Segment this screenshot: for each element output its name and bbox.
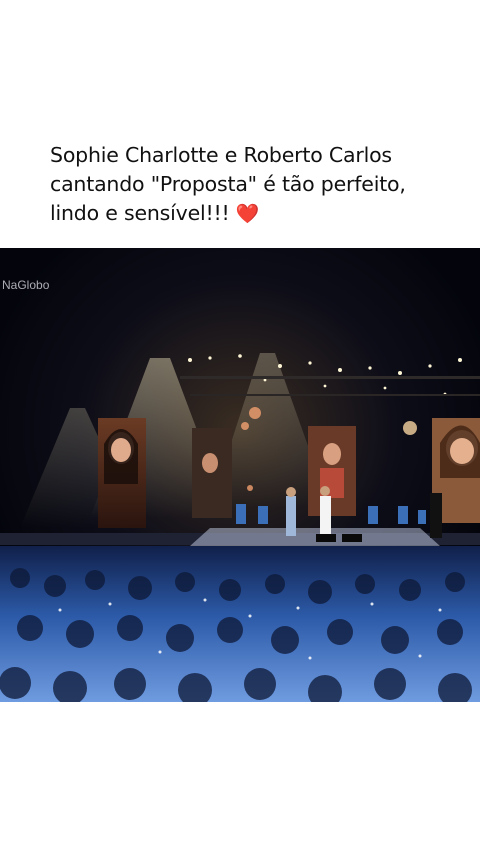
monitor-speaker [342, 534, 362, 542]
stage-floor-light [190, 528, 440, 546]
led-screen-center [308, 426, 356, 516]
video-player[interactable]: NaGlobo [0, 248, 480, 702]
bottom-blank-area [0, 702, 480, 854]
caption-line-3: lindo e sensível!!! ❤️ [50, 199, 470, 229]
lighting-truss [180, 376, 480, 379]
broadcaster-watermark: NaGlobo [2, 278, 50, 292]
led-screen-left [98, 418, 146, 528]
heart-icon: ❤️ [235, 203, 260, 225]
concert-stage-video-frame [0, 248, 480, 702]
led-screen-center-left [192, 428, 232, 518]
caption-line-1: Sophie Charlotte e Roberto Carlos [50, 143, 392, 167]
lighting-truss [190, 394, 480, 396]
monitor-speaker [316, 534, 336, 542]
caption-line-2: cantando "Proposta" é tão perfeito, [50, 172, 406, 196]
post-caption: Sophie Charlotte e Roberto Carlos cantan… [50, 141, 470, 229]
caption-line-3-text: lindo e sensível!!! [50, 201, 230, 225]
